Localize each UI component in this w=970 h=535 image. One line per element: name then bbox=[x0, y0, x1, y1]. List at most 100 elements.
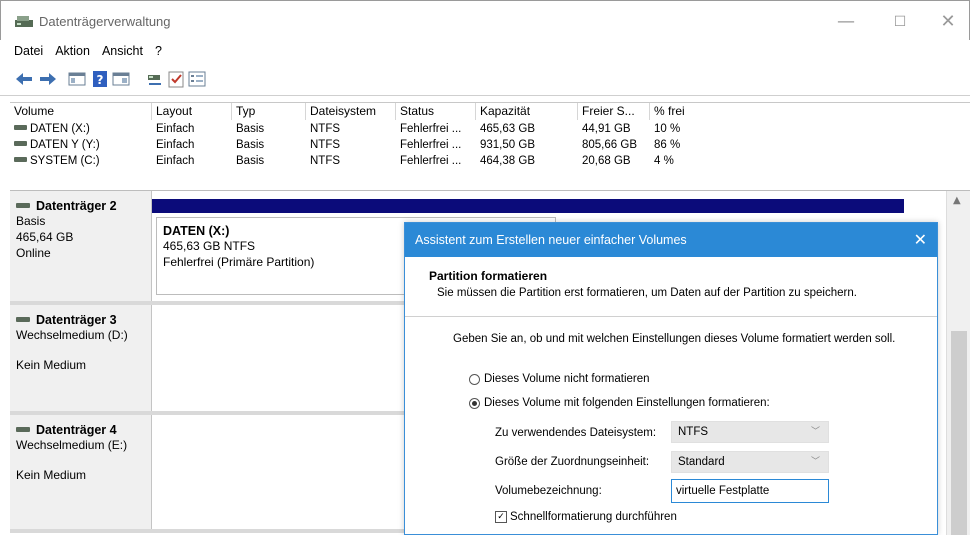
new-simple-volume-wizard: Assistent zum Erstellen neuer einfacher … bbox=[404, 222, 938, 535]
typ-cell: Basis bbox=[236, 155, 265, 167]
radio-button-selected[interactable] bbox=[469, 397, 480, 409]
filesystem-select[interactable]: NTFS ﹀ bbox=[671, 421, 829, 443]
maximize-button[interactable]: ☐ bbox=[885, 9, 915, 35]
dialog-close-button[interactable]: ✕ bbox=[914, 230, 927, 249]
prozent-frei-cell: 4 % bbox=[654, 155, 674, 167]
table-row[interactable]: DATEN Y (Y:) Einfach Basis NTFS Fehlerfr… bbox=[10, 138, 970, 153]
layout-cell: Einfach bbox=[156, 139, 195, 151]
volume-list: Volume Layout Typ Dateisystem Status Kap… bbox=[10, 102, 970, 184]
radio-label: Dieses Volume nicht formatieren bbox=[484, 373, 650, 385]
disk-icon bbox=[16, 202, 30, 208]
typ-cell: Basis bbox=[236, 139, 265, 151]
column-header-typ[interactable]: Typ bbox=[232, 103, 306, 120]
prozent-frei-cell: 86 % bbox=[654, 139, 681, 151]
list-view-icon[interactable] bbox=[188, 70, 206, 88]
volume-name: SYSTEM (C:) bbox=[30, 155, 100, 167]
disk-size: 465,64 GB bbox=[16, 230, 74, 244]
menu-ansicht[interactable]: Ansicht bbox=[102, 40, 143, 62]
column-header-kapazitaet[interactable]: Kapazität bbox=[476, 103, 578, 120]
window-title: Datenträgerverwaltung bbox=[39, 14, 171, 29]
disk-management-app-icon bbox=[15, 16, 33, 27]
dialog-intro-text: Geben Sie an, ob und mit welchen Einstel… bbox=[453, 333, 896, 345]
table-row[interactable]: DATEN (X:) Einfach Basis NTFS Fehlerfrei… bbox=[10, 122, 970, 137]
help-icon[interactable]: ? bbox=[92, 70, 108, 88]
forward-arrow-icon[interactable] bbox=[38, 70, 58, 88]
radio-button[interactable] bbox=[469, 373, 480, 385]
menu-aktion[interactable]: Aktion bbox=[55, 40, 90, 62]
freier-speicher-cell: 20,68 GB bbox=[582, 155, 631, 167]
menu-help[interactable]: ? bbox=[155, 40, 162, 62]
volume-icon bbox=[14, 141, 27, 147]
column-header-status[interactable]: Status bbox=[396, 103, 476, 120]
layout-cell: Einfach bbox=[156, 123, 195, 135]
scroll-up-arrow-icon[interactable]: ▲ bbox=[953, 195, 961, 206]
dialog-title: Assistent zum Erstellen neuer einfacher … bbox=[415, 233, 687, 247]
scrollbar-thumb[interactable] bbox=[951, 331, 967, 535]
volume-name: DATEN (X:) bbox=[30, 123, 90, 135]
volume-icon bbox=[14, 125, 27, 131]
volume-label-input[interactable]: virtuelle Festplatte bbox=[671, 479, 829, 503]
disk-type: Wechselmedium (E:) bbox=[16, 438, 128, 452]
connect-icon[interactable] bbox=[146, 70, 164, 88]
volume-name: DATEN Y (Y:) bbox=[30, 139, 100, 151]
disk-icon bbox=[16, 316, 30, 322]
radio-format[interactable]: Dieses Volume mit folgenden Einstellunge… bbox=[469, 397, 770, 409]
volume-cell: SYSTEM (C:) bbox=[10, 154, 100, 169]
filesystem-label: Zu verwendendes Dateisystem: bbox=[495, 427, 657, 439]
checklist-icon[interactable] bbox=[168, 70, 184, 88]
back-arrow-icon[interactable] bbox=[14, 70, 34, 88]
dateisystem-cell: NTFS bbox=[310, 155, 341, 167]
chevron-down-icon: ﹀ bbox=[810, 457, 820, 467]
allocation-unit-label: Größe der Zuordnungseinheit: bbox=[495, 456, 650, 468]
freier-speicher-cell: 805,66 GB bbox=[582, 139, 637, 151]
console-tree-icon[interactable] bbox=[68, 70, 86, 88]
column-header-freier-speicher[interactable]: Freier S... bbox=[578, 103, 650, 120]
disk-3-name-row: Datenträger 3 bbox=[16, 313, 151, 327]
allocation-unit-select[interactable]: Standard ﹀ bbox=[671, 451, 829, 473]
volume-cell: DATEN (X:) bbox=[10, 122, 90, 137]
volume-list-header: Volume Layout Typ Dateisystem Status Kap… bbox=[10, 103, 970, 120]
column-header-volume[interactable]: Volume bbox=[10, 103, 152, 120]
close-button[interactable]: ✕ bbox=[933, 9, 963, 35]
disk-2-label[interactable]: Datenträger 2 Basis 465,64 GB Online bbox=[10, 191, 152, 301]
quick-format-label: Schnellformatierung durchführen bbox=[510, 511, 677, 523]
dialog-header-title: Partition formatieren bbox=[429, 269, 548, 283]
radio-no-format[interactable]: Dieses Volume nicht formatieren bbox=[469, 373, 650, 385]
filesystem-value: NTFS bbox=[678, 426, 709, 438]
properties-icon[interactable] bbox=[112, 70, 130, 88]
volume-icon bbox=[14, 157, 27, 163]
dialog-title-bar: Assistent zum Erstellen neuer einfacher … bbox=[405, 223, 937, 257]
prozent-frei-cell: 10 % bbox=[654, 123, 681, 135]
status-cell: Fehlerfrei ... bbox=[400, 123, 462, 135]
column-header-layout[interactable]: Layout bbox=[152, 103, 232, 120]
vertical-scrollbar[interactable]: ▲ bbox=[946, 191, 970, 535]
dialog-header-subtitle: Sie müssen die Partition erst formatiere… bbox=[437, 287, 857, 299]
status-cell: Fehlerfrei ... bbox=[400, 139, 462, 151]
title-bar: Datenträgerverwaltung — ☐ ✕ bbox=[0, 0, 970, 40]
column-header-prozent-frei[interactable]: % frei bbox=[650, 103, 710, 120]
radio-label: Dieses Volume mit folgenden Einstellunge… bbox=[484, 397, 770, 409]
quick-format-checkbox-row[interactable]: ✓ Schnellformatierung durchführen bbox=[495, 511, 677, 523]
kapazitaet-cell: 465,63 GB bbox=[480, 123, 535, 135]
column-header-dateisystem[interactable]: Dateisystem bbox=[306, 103, 396, 120]
disk-3-label[interactable]: Datenträger 3 Wechselmedium (D:) Kein Me… bbox=[10, 305, 152, 411]
minimize-button[interactable]: — bbox=[831, 9, 861, 35]
status-cell: Fehlerfrei ... bbox=[400, 155, 462, 167]
menu-datei[interactable]: Datei bbox=[14, 40, 43, 62]
volume-label-label: Volumebezeichnung: bbox=[495, 485, 602, 497]
quick-format-checkbox[interactable]: ✓ bbox=[495, 511, 507, 523]
disk-name: Datenträger 4 bbox=[36, 423, 117, 437]
disk-status: Kein Medium bbox=[16, 358, 87, 372]
volume-cell: DATEN Y (Y:) bbox=[10, 138, 100, 153]
kapazitaet-cell: 464,38 GB bbox=[480, 155, 535, 167]
partition-header-bar bbox=[152, 199, 904, 213]
disk-4-name-row: Datenträger 4 bbox=[16, 423, 151, 437]
dialog-header: Partition formatieren Sie müssen die Par… bbox=[405, 257, 937, 317]
disk-name: Datenträger 2 bbox=[36, 199, 117, 213]
disk-2-name-row: Datenträger 2 bbox=[16, 199, 151, 213]
disk-4-label[interactable]: Datenträger 4 Wechselmedium (E:) Kein Me… bbox=[10, 415, 152, 529]
table-row[interactable]: SYSTEM (C:) Einfach Basis NTFS Fehlerfre… bbox=[10, 154, 970, 169]
dateisystem-cell: NTFS bbox=[310, 139, 341, 151]
typ-cell: Basis bbox=[236, 123, 265, 135]
svg-text:?: ? bbox=[97, 73, 104, 87]
